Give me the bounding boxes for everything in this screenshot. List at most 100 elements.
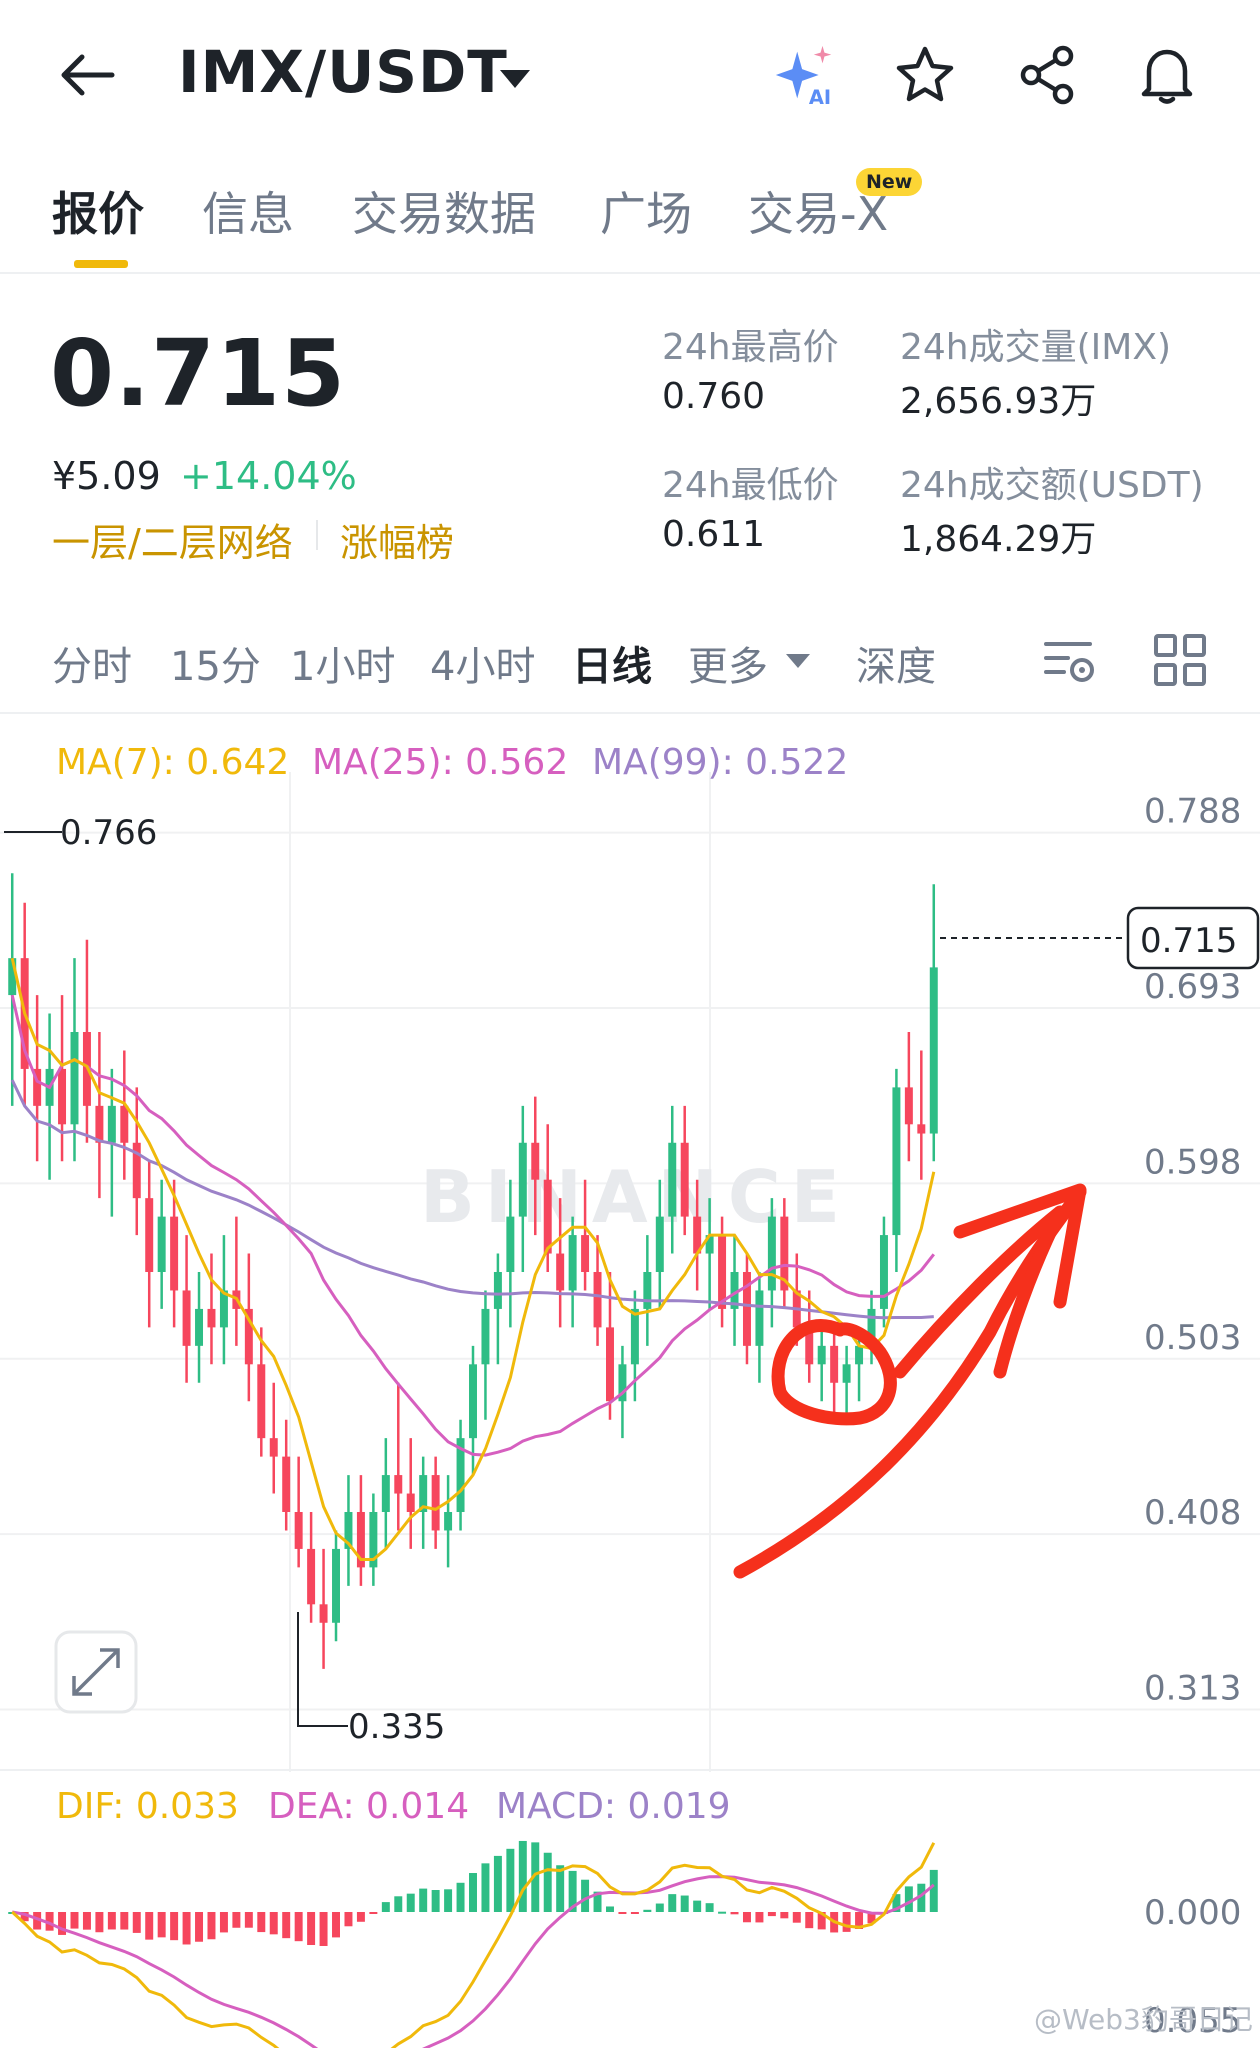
macd-bar: [630, 1912, 639, 1914]
interval-4h[interactable]: 4小时: [430, 634, 535, 692]
candle-body: [332, 1548, 340, 1623]
low-price-label: 0.335: [348, 1707, 445, 1747]
macd-bar: [157, 1912, 166, 1938]
candle-body: [568, 1235, 577, 1291]
macd-bar: [792, 1912, 801, 1923]
candles-layer: [8, 873, 938, 1669]
candle-body: [107, 1105, 116, 1143]
ma7-label: MA(7): 0.642: [56, 742, 289, 783]
candle-body: [469, 1364, 477, 1439]
macd-bar: [307, 1912, 316, 1946]
macd-bar: [581, 1879, 590, 1912]
macd-bar: [132, 1912, 141, 1933]
chart-settings-icon[interactable]: [1040, 630, 1100, 690]
interval-1h[interactable]: 1小时: [290, 634, 395, 692]
y-tick-label: 0.313: [1144, 1669, 1241, 1709]
candle-body: [282, 1456, 291, 1512]
macd-bar: [456, 1882, 465, 1912]
candle-body: [904, 1087, 913, 1125]
macd-bar: [618, 1912, 627, 1914]
tab-info[interactable]: 信息: [202, 178, 294, 244]
candle-body: [668, 1142, 677, 1217]
interval-time[interactable]: 分时: [52, 634, 132, 692]
macd-bar: [543, 1852, 552, 1912]
tab-quote[interactable]: 报价: [52, 178, 144, 244]
candle-body: [830, 1345, 839, 1383]
candle-body: [892, 1087, 901, 1236]
stat-low-label: 24h最低价: [662, 465, 839, 506]
back-arrow-icon[interactable]: [52, 40, 122, 110]
star-icon[interactable]: [890, 40, 960, 110]
macd-histogram: [8, 1840, 938, 1946]
macd-dea-label: DEA: 0.014: [268, 1786, 469, 1827]
candle-body: [643, 1272, 652, 1309]
candle-body: [182, 1290, 191, 1346]
candle-body: [406, 1493, 415, 1512]
candle-body: [929, 967, 938, 1134]
ai-label: AI: [809, 86, 831, 109]
candle-body: [170, 1216, 179, 1291]
more-caret-icon[interactable]: [786, 654, 810, 668]
macd-bar: [82, 1912, 91, 1930]
candle-body: [120, 1105, 129, 1143]
macd-bar: [805, 1912, 814, 1929]
macd-bar: [606, 1906, 614, 1912]
macd-bar: [219, 1912, 228, 1933]
candle-body: [655, 1216, 664, 1272]
interval-depth[interactable]: 深度: [856, 634, 936, 692]
macd-zero-tick: 0.000: [1144, 1893, 1241, 1933]
candle-body: [431, 1475, 440, 1531]
interval-1d[interactable]: 日线: [572, 634, 652, 692]
macd-bar: [842, 1912, 851, 1932]
y-tick-label: 0.503: [1144, 1318, 1241, 1358]
tab-square[interactable]: 广场: [600, 178, 692, 244]
share-icon[interactable]: [1012, 40, 1082, 110]
macd-bar: [294, 1912, 303, 1942]
macd-bar: [207, 1912, 216, 1940]
macd-bar: [481, 1863, 490, 1912]
stat-high-label: 24h最高价: [662, 327, 839, 368]
ai-sparkle-icon[interactable]: AI: [770, 40, 840, 110]
candle-body: [767, 1216, 776, 1291]
interval-more[interactable]: 更多: [688, 634, 768, 692]
macd-bar: [406, 1893, 415, 1912]
macd-value-label: MACD: 0.019: [496, 1786, 731, 1827]
candle-body: [680, 1142, 689, 1217]
active-tab-indicator: [74, 260, 128, 268]
tag-divider: [316, 520, 318, 550]
macd-bar: [904, 1886, 913, 1912]
tag-gainers[interactable]: 涨幅榜: [340, 512, 454, 567]
macd-bar: [232, 1912, 241, 1928]
annotation-arrow-shaft-1: [733, 1185, 1087, 1579]
kline-chart[interactable]: BINANCE MA(7): 0.642 MA(25): 0.562 MA(99…: [0, 712, 1260, 2048]
y-tick-label: 0.788: [1144, 792, 1241, 832]
macd-bar: [742, 1912, 751, 1923]
tab-trading-data[interactable]: 交易数据: [352, 178, 536, 244]
macd-bar: [668, 1894, 677, 1912]
layout-grid-icon[interactable]: [1150, 630, 1210, 690]
macd-bar: [120, 1912, 129, 1930]
interval-15m[interactable]: 15分: [170, 634, 261, 692]
chevron-down-icon[interactable]: [500, 70, 530, 88]
macd-dif-label: DIF: 0.033: [56, 1786, 239, 1827]
macd-bar: [356, 1912, 365, 1922]
stat-turnover-value: 1,864.29万: [900, 519, 1097, 560]
candle-body: [157, 1216, 166, 1272]
ma25-label: MA(25): 0.562: [312, 742, 568, 783]
bell-icon[interactable]: [1132, 40, 1202, 110]
macd-bar: [643, 1909, 652, 1912]
candle-body: [195, 1308, 204, 1346]
candle-body: [842, 1364, 851, 1383]
candle-body: [556, 1253, 565, 1291]
candle-body: [319, 1604, 328, 1623]
candle-body: [606, 1327, 614, 1402]
high-price-label: 0.766: [60, 813, 157, 853]
candle-body: [506, 1216, 515, 1272]
macd-bar: [680, 1895, 689, 1912]
candle-body: [855, 1345, 864, 1365]
macd-bar: [381, 1902, 390, 1912]
pair-title[interactable]: IMX/USDT: [178, 38, 508, 106]
macd-bar: [506, 1848, 515, 1912]
tag-network[interactable]: 一层/二层网络: [52, 512, 293, 567]
macd-bar: [70, 1912, 79, 1929]
